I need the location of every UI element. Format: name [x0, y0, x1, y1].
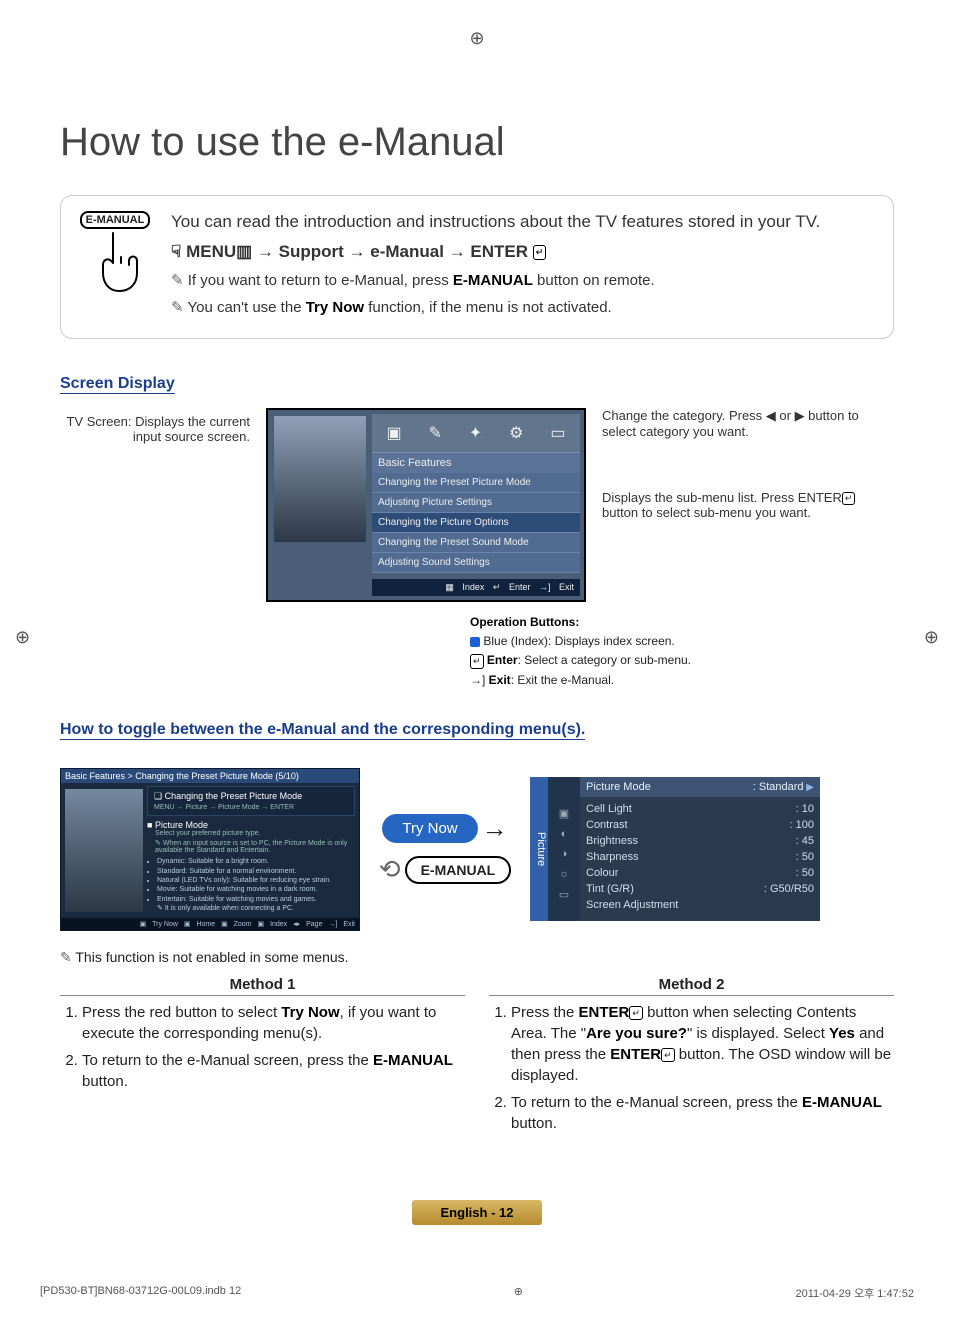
pm-bullet: Standard: Suitable for a normal environm… [157, 867, 355, 876]
tv-thumbnail-image [274, 416, 366, 542]
nav-support-label: Support [279, 242, 344, 261]
category-icon: ✦ [469, 423, 482, 443]
ops-bar: ▦ Index ↵ Enter →] Exit [372, 579, 580, 596]
menu-bars-icon: ▥ [236, 242, 252, 261]
enter-icon: ↵ [470, 654, 484, 669]
enter-icon: ↵ [629, 1006, 643, 1021]
nav-enter-label: ENTER [470, 242, 528, 261]
nav-emanual-label: e-Manual [370, 242, 444, 261]
breadcrumb: Basic Features > Changing the Preset Pic… [61, 769, 359, 783]
side-icon: ◑ [561, 848, 568, 860]
toggle-header: How to toggle between the e-Manual and t… [60, 721, 585, 740]
screen-display-header: Screen Display [60, 375, 175, 394]
submenu-item: Changing the Preset Picture Mode [372, 473, 580, 493]
detail-footer-bar: ▣ Try Now ▣ Home ▣ Zoom ▣ Index ◂▸ Page … [61, 918, 359, 930]
category-icon: ⚙ [509, 423, 523, 443]
nav-menu-label: MENU [186, 242, 236, 261]
method2-title: Method 2 [489, 976, 894, 996]
setting-row: Colour: 50 [586, 865, 814, 881]
submenu-item: Changing the Preset Sound Mode [372, 533, 580, 553]
submenu-caption: Displays the sub-menu list. Press ENTER↵… [602, 490, 894, 520]
op-enter: ↵ Enter: Select a category or sub-menu. [470, 652, 894, 669]
pm-bullet: Natural (LED TVs only): Suitable for red… [157, 876, 355, 885]
note-return: If you want to return to e-Manual, press… [171, 270, 875, 291]
footer-filename: [PD530-BT]BN68-03712G-00L09.indb 12 [40, 1285, 241, 1301]
operation-buttons-heading: Operation Buttons: [470, 615, 579, 629]
picture-mode-label: Picture Mode [586, 781, 651, 793]
picture-mode-value: : Standard [753, 781, 814, 793]
enter-icon: ↵ [842, 492, 856, 505]
op-blue-index: Blue (Index): Displays index screen. [470, 633, 894, 650]
picture-tab: Picture [530, 777, 548, 921]
submenu-list: Changing the Preset Picture Mode Adjusti… [372, 473, 580, 573]
pm-bullet: Entertain: Suitable for watching movies … [157, 895, 355, 914]
side-icon: ▭ [559, 888, 569, 901]
tv-screen-caption: TV Screen: Displays the current input so… [60, 408, 258, 602]
arrow-left-icon: ⟲ [379, 854, 401, 885]
picture-mode-header-row: Picture Mode : Standard [580, 777, 820, 797]
note-trynow: You can't use the Try Now function, if t… [171, 297, 875, 318]
submenu-item-selected: Changing the Picture Options [372, 513, 580, 533]
tv-emanual-screenshot: ▣ ✎ ✦ ⚙ ▭ Basic Features Changing the Pr… [266, 408, 586, 602]
try-now-button[interactable]: Try Now [382, 814, 477, 843]
page-title: How to use the e-Manual [60, 120, 894, 165]
setting-row: Screen Adjustment [586, 897, 814, 913]
arrow-right-icon: → [482, 813, 508, 844]
footer-crop-icon: ⊕ [514, 1285, 523, 1301]
method2-step1: Press the ENTER↵ button when selecting C… [511, 1002, 894, 1086]
emanual-detail-screenshot: Basic Features > Changing the Preset Pic… [60, 768, 360, 931]
hand-menu-icon: ☟ [171, 242, 181, 261]
setting-row: Contrast: 100 [586, 817, 814, 833]
setting-row: Sharpness: 50 [586, 849, 814, 865]
crop-mark-top-icon: ⊕ [469, 28, 484, 49]
side-icon: ☼ [559, 868, 569, 880]
crop-mark-left-icon: ⊕ [15, 627, 30, 648]
setting-row: Tint (G/R): G50/R50 [586, 881, 814, 897]
setting-row: Cell Light: 10 [586, 801, 814, 817]
picture-mode-heading: ■ Picture Mode [147, 820, 355, 830]
category-icon: ▣ [386, 423, 401, 443]
side-icon-column: ▣ ◐ ◑ ☼ ▭ [548, 777, 580, 921]
setting-row: Brightness: 45 [586, 833, 814, 849]
pm-bullet: Dynamic: Suitable for a bright room. [157, 857, 355, 866]
pm-nav-path: MENU → Picture → Picture Mode → ENTER [154, 804, 348, 811]
side-icon: ▣ [559, 807, 569, 820]
pm-note: ✎ When an input source is set to PC, the… [155, 839, 355, 854]
category-icon: ✎ [428, 423, 441, 443]
crop-mark-right-icon: ⊕ [924, 627, 939, 648]
nav-path: ☟ MENU▥ → Support → e-Manual → ENTER ↵ [171, 240, 875, 264]
pm-heading: ❏ Changing the Preset Picture Mode [154, 791, 348, 802]
method1-step2: To return to the e-Manual screen, press … [82, 1050, 465, 1092]
pm-subtext: Select your preferred picture type. [155, 830, 355, 837]
footer-timestamp: 2011-04-29 오후 1:47:52 [795, 1285, 914, 1301]
enter-icon: ↵ [533, 245, 547, 260]
pm-bullet: Movie: Suitable for watching movies in a… [157, 885, 355, 894]
side-icon: ◐ [561, 828, 568, 840]
intro-lead-text: You can read the introduction and instru… [171, 210, 875, 234]
blue-square-icon [470, 637, 480, 647]
enter-icon: ↵ [661, 1048, 675, 1063]
intro-panel: E-MANUAL You can read the introduction a… [60, 195, 894, 339]
method1-step1: Press the red button to select Try Now, … [82, 1002, 465, 1044]
remote-hand-icon: E-MANUAL [79, 210, 151, 302]
method2-step2: To return to the e-Manual screen, press … [511, 1092, 894, 1134]
category-icon: ▭ [550, 423, 565, 443]
submenu-item: Adjusting Sound Settings [372, 553, 580, 573]
method1-title: Method 1 [60, 976, 465, 996]
submenu-item: Adjusting Picture Settings [372, 493, 580, 513]
category-icon-bar: ▣ ✎ ✦ ⚙ ▭ [372, 414, 580, 452]
page-number-badge: English - 12 [412, 1200, 542, 1225]
left-thumbnail-column [65, 789, 143, 912]
category-label: Basic Features [372, 452, 580, 473]
picture-menu-screenshot: Picture ▣ ◐ ◑ ☼ ▭ Picture Mode : Standar… [530, 777, 820, 921]
methods-note: This function is not enabled in some men… [60, 949, 894, 966]
op-exit: →] Exit: Exit the e-Manual. [470, 672, 894, 689]
e-manual-button[interactable]: E-MANUAL [405, 856, 512, 884]
category-change-caption: Change the category. Press ◀ or ▶ button… [602, 408, 894, 430]
